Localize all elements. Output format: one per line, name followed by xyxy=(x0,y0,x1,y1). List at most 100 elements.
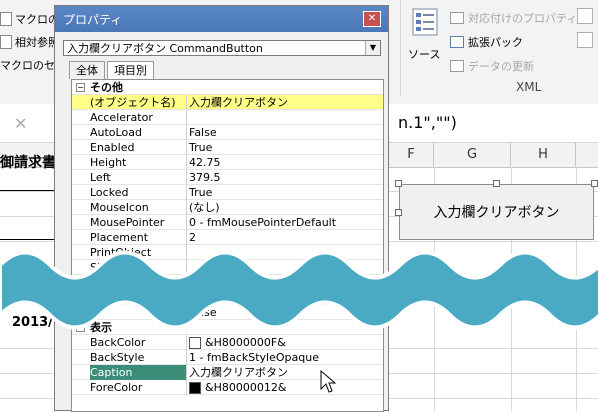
formula-text[interactable]: n.1","") xyxy=(398,113,457,132)
expansion-pack-icon xyxy=(450,36,464,48)
object-selector-combo[interactable]: 入力欄クリアボタン CommandButton ▼ xyxy=(63,40,381,56)
map-properties-label: 対応付けのプロパティ xyxy=(468,12,578,25)
import-icon[interactable] xyxy=(577,8,593,24)
column-header-f[interactable]: F xyxy=(389,143,434,167)
property-row[interactable]: MouseIcon (なし) xyxy=(72,200,383,215)
refresh-data-button[interactable]: データの更新 xyxy=(450,58,534,74)
property-name: MouseIcon xyxy=(90,201,149,214)
resize-handle[interactable] xyxy=(493,180,500,187)
source-label: ソース xyxy=(408,48,441,61)
resize-handle[interactable] xyxy=(591,180,598,187)
clear-input-button-caption: 入力欄クリアボタン xyxy=(433,205,560,221)
property-value-text: &H80000012& xyxy=(205,381,287,394)
property-row[interactable]: BackStyle 1 - fmBackStyleOpaque xyxy=(72,350,383,365)
properties-titlebar[interactable]: プロパティ ✕ xyxy=(55,6,388,32)
cancel-icon[interactable]: ✕ xyxy=(14,114,27,133)
property-value[interactable]: 1 - fmBackStyleOpaque xyxy=(189,350,383,365)
property-value-text: 42.75 xyxy=(189,156,221,169)
property-value-text: False xyxy=(189,126,217,139)
property-row[interactable]: (オブジェクト名) 入力欄クリアボタン xyxy=(72,95,383,110)
property-row[interactable]: ForeColor &H80000012& xyxy=(72,380,383,395)
refresh-data-icon xyxy=(450,60,464,72)
resize-handle[interactable] xyxy=(395,209,402,216)
macro-icon xyxy=(0,12,12,26)
property-row[interactable]: Height 42.75 xyxy=(72,155,383,170)
property-value-text: 379.5 xyxy=(189,171,221,184)
column-separator xyxy=(186,185,187,200)
property-value[interactable]: 入力欄クリアボタン xyxy=(189,365,383,380)
torn-wave-decoration xyxy=(0,250,598,330)
object-selector-value: 入力欄クリアボタン CommandButton xyxy=(67,42,263,55)
property-value[interactable]: 入力欄クリアボタン xyxy=(189,95,383,110)
property-value-text: True xyxy=(189,186,213,199)
relative-ref-label: 相対参照 xyxy=(15,36,59,49)
tab-categorized[interactable]: 項目別 xyxy=(107,61,154,79)
property-value[interactable]: False xyxy=(189,125,383,140)
property-row[interactable]: Accelerator xyxy=(72,110,383,125)
relative-reference-button[interactable]: 相対参照 xyxy=(0,33,59,51)
property-value-text: 入力欄クリアボタン xyxy=(189,366,288,379)
property-name: Enabled xyxy=(90,141,135,154)
column-separator xyxy=(186,200,187,215)
property-row[interactable]: Locked True xyxy=(72,185,383,200)
refresh-data-label: データの更新 xyxy=(468,60,534,73)
properties-window: プロパティ ✕ 入力欄クリアボタン CommandButton ▼ 全体 項目別… xyxy=(54,5,389,412)
color-swatch-icon xyxy=(189,382,201,394)
property-name: AutoLoad xyxy=(90,126,142,139)
property-name: ForeColor xyxy=(90,381,143,394)
source-icon xyxy=(412,8,438,36)
xml-group-label: XML xyxy=(516,80,542,94)
property-row[interactable]: Caption 入力欄クリアボタン xyxy=(72,365,383,380)
property-category[interactable]: − その他 xyxy=(72,80,383,95)
property-value[interactable]: (なし) xyxy=(189,200,383,215)
property-name: BackStyle xyxy=(90,351,145,364)
properties-title: プロパティ xyxy=(63,13,123,27)
property-value-text: True xyxy=(189,141,213,154)
property-value[interactable]: &H80000012& xyxy=(189,380,383,395)
column-separator xyxy=(186,365,187,380)
ribbon-divider xyxy=(400,0,401,96)
property-name: Caption xyxy=(90,365,187,380)
mouse-pointer-icon xyxy=(320,370,336,393)
column-separator xyxy=(186,380,187,395)
invoice-title-cell[interactable]: 御請求書 xyxy=(0,152,56,172)
property-row[interactable]: AutoLoad False xyxy=(72,125,383,140)
source-button[interactable]: ソース xyxy=(408,8,442,68)
column-separator xyxy=(186,110,187,125)
column-separator xyxy=(186,155,187,170)
property-value-text: 1 - fmBackStyleOpaque xyxy=(189,351,319,364)
property-name: Height xyxy=(90,156,127,169)
macro-security-button[interactable]: マクロのセ xyxy=(0,56,55,74)
map-properties-button[interactable]: 対応付けのプロパティ xyxy=(450,10,577,26)
macro-security-label: マクロのセ xyxy=(0,59,55,72)
property-name: (オブジェクト名) xyxy=(90,96,176,109)
collapse-icon[interactable]: − xyxy=(76,83,85,92)
export-icon[interactable] xyxy=(577,32,593,48)
property-name: その他 xyxy=(90,81,123,94)
column-separator xyxy=(186,350,187,365)
property-value[interactable]: 42.75 xyxy=(189,155,383,170)
property-value-text: (なし) xyxy=(189,201,220,214)
property-value[interactable]: 379.5 xyxy=(189,170,383,185)
column-header-h[interactable]: H xyxy=(511,143,576,167)
column-separator xyxy=(186,95,187,110)
property-value-text: 入力欄クリアボタン xyxy=(189,96,288,109)
property-name: Locked xyxy=(90,186,129,199)
expansion-pack-button[interactable]: 拡張パック xyxy=(450,34,523,50)
property-row[interactable]: Enabled True xyxy=(72,140,383,155)
column-separator xyxy=(186,170,187,185)
relative-ref-icon xyxy=(0,35,12,49)
property-name: Accelerator xyxy=(90,111,153,124)
property-row[interactable]: Left 379.5 xyxy=(72,170,383,185)
chevron-down-icon[interactable]: ▼ xyxy=(365,41,380,55)
property-name: Left xyxy=(90,171,111,184)
resize-handle[interactable] xyxy=(395,180,402,187)
column-separator xyxy=(186,125,187,140)
map-properties-icon xyxy=(450,12,464,24)
property-value[interactable]: True xyxy=(189,140,383,155)
expansion-pack-label: 拡張パック xyxy=(468,36,523,49)
property-value[interactable]: True xyxy=(189,185,383,200)
close-icon[interactable]: ✕ xyxy=(363,11,381,27)
column-header-g[interactable]: G xyxy=(434,143,511,167)
tab-alphabetic[interactable]: 全体 xyxy=(69,61,105,79)
